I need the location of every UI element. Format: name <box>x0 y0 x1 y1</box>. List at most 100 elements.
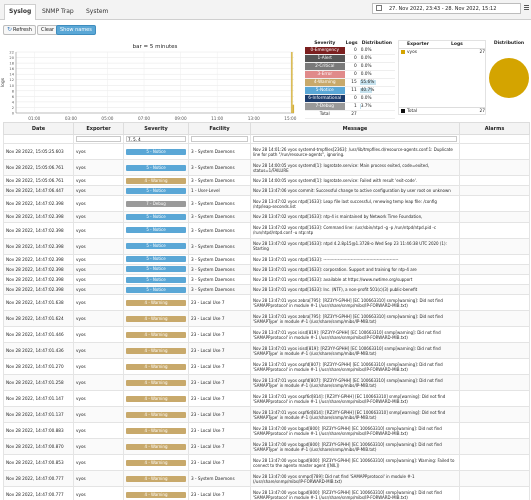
table-row[interactable]: Nov 28 2022, 14:47:02.398 vyos 5 - Notice 3… <box>3 211 530 223</box>
column-exporter[interactable]: Exporter <box>73 122 124 135</box>
exporter-header-exporter[interactable]: Exporter <box>399 41 451 48</box>
cell-date: Nov 28 2022, 14:47:01.446 <box>3 326 74 344</box>
severity-row[interactable]: 7-Debug 1 3.7% <box>305 102 395 111</box>
distribution-pie <box>489 58 529 98</box>
table-row[interactable]: Nov 28 2022, 14:47:02.398 vyos 5 - Notice 3… <box>3 253 530 265</box>
cell-exporter: vyos <box>73 174 124 187</box>
table-row[interactable]: Nov 28 2022, 14:47:00.883 vyos 4 - Warning… <box>3 422 530 440</box>
table-row[interactable]: Nov 28 2022, 14:47:00.853 vyos 4 - Warning… <box>3 454 530 472</box>
cell-severity: 5 - Notice <box>123 253 189 265</box>
calendar-icon[interactable] <box>376 5 382 11</box>
cell-date: Nov 28 2022, 14:47:00.853 <box>3 454 74 472</box>
cell-exporter: vyos <box>73 221 124 239</box>
table-row[interactable]: Nov 28 2022, 14:47:01.624 vyos 4 - Warning… <box>3 310 530 328</box>
table-row[interactable]: Nov 28 2022, 14:47:00.777 vyos 4 - Warning… <box>3 486 530 500</box>
cell-facility: 23 - Local Use 7 <box>188 374 251 392</box>
severity-badge: 5 - Notice <box>126 256 186 263</box>
table-row[interactable]: Nov 28 2022, 14:47:00.870 vyos 4 - Warning… <box>3 438 530 456</box>
filter-facility-input[interactable] <box>191 136 248 142</box>
table-row[interactable]: Nov 28 2022, 14:47:01.436 vyos 4 - Warning… <box>3 342 530 360</box>
tab-syslog[interactable]: Syslog <box>4 4 37 20</box>
table-row[interactable]: Nov 28 2022, 14:47:01.446 vyos 4 - Warning… <box>3 326 530 344</box>
cell-exporter: vyos <box>73 310 124 328</box>
filter-severity-input[interactable] <box>126 136 186 142</box>
severity-logs: 0 <box>344 62 359 71</box>
severity-row[interactable]: 5-Notice 11 40.7% <box>305 86 395 95</box>
cell-date: Nov 28 2022, 14:47:02.398 <box>3 195 74 213</box>
filter-exporter-cell <box>73 134 124 144</box>
cell-alarms <box>459 342 530 360</box>
table-row[interactable]: Nov 28 2022, 14:47:01.270 vyos 4 - Warning… <box>3 358 530 376</box>
table-row[interactable]: Nov 28 2022, 14:47:01.147 vyos 4 - Warning… <box>3 390 530 408</box>
cell-severity: 4 - Warning <box>123 326 189 344</box>
table-row[interactable]: Nov 28 2022, 14:47:01.258 vyos 4 - Warning… <box>3 374 530 392</box>
distribution-value: 40.7% <box>360 88 375 93</box>
cell-facility: 3 - System Daemons <box>188 273 251 286</box>
cell-alarms <box>459 174 530 187</box>
chart-bar <box>291 52 293 113</box>
column-facility[interactable]: Facility <box>188 122 251 135</box>
column-severity[interactable]: Severity <box>123 122 189 135</box>
cell-date: Nov 28 2022, 14:47:01.270 <box>3 358 74 376</box>
column-alarms[interactable]: Alarms <box>459 122 530 135</box>
stats-header-distribution[interactable]: Distribution <box>359 40 395 47</box>
severity-distribution: 0.0% <box>358 70 395 79</box>
tab-system[interactable]: System <box>82 6 112 18</box>
exporter-header-logs[interactable]: Logs <box>451 41 471 48</box>
table-row[interactable]: Nov 28 2022, 14:47:01.137 vyos 4 - Warning… <box>3 406 530 424</box>
cell-severity: 4 - Warning <box>123 174 189 187</box>
cell-alarms <box>459 159 530 176</box>
cell-facility: 3 - System Daemons <box>188 221 251 239</box>
cell-message: Nov 28 13:47:02 vyos ntpd[1633]: Command… <box>250 221 460 239</box>
distribution-value: 0.0% <box>360 72 372 77</box>
stats-header-severity[interactable]: Severity <box>305 40 345 47</box>
severity-badge: 4 - Warning <box>126 395 186 402</box>
cell-severity: 5 - Notice <box>123 159 189 176</box>
severity-row[interactable]: 0-Emergency 0 0.0% <box>305 47 395 55</box>
cell-date: Nov 28 2022, 14:47:02.398 <box>3 253 74 265</box>
exporter-row[interactable]: vyos 27 <box>399 49 485 56</box>
table-row[interactable]: Nov 28 2022, 14:47:02.398 vyos 5 - Notice 3… <box>3 273 530 286</box>
severity-row[interactable]: 2-Critical 0 0.0% <box>305 62 395 71</box>
refresh-button[interactable]: ↻Refresh <box>3 25 36 35</box>
severity-badge: 5 - Notice <box>126 164 186 171</box>
filter-message-input[interactable] <box>253 136 457 142</box>
exporter-stats: Exporter Logs vyos 27 Total 27 <box>398 40 486 115</box>
table-row[interactable]: Nov 28 2022, 14:47:02.398 vyos 7 - Debug 3 … <box>3 195 530 213</box>
table-row[interactable]: Nov 28 2022, 15:05:06.761 vyos 5 - Notice 3… <box>3 159 530 176</box>
filter-exporter-input[interactable] <box>76 136 121 142</box>
table-row[interactable]: Nov 28 2022, 15:05:25.603 vyos 5 - Notice 3… <box>3 143 530 160</box>
menu-icon[interactable] <box>524 5 529 11</box>
severity-row[interactable]: 3-Error 0 0.0% <box>305 70 395 79</box>
table-row[interactable]: Nov 28 2022, 14:47:02.398 vyos 5 - Notice 3… <box>3 284 530 296</box>
column-message[interactable]: Message <box>250 122 460 135</box>
table-row[interactable]: Nov 28 2022, 14:47:06.447 vyos 5 - Notice 1… <box>3 185 530 197</box>
show-names-button[interactable]: Show names <box>56 25 96 35</box>
table-row[interactable]: Nov 28 2022, 15:05:06.761 vyos 4 - Warning… <box>3 174 530 187</box>
cell-date: Nov 28 2022, 14:47:01.258 <box>3 374 74 392</box>
severity-label: 3-Error <box>305 70 345 79</box>
severity-row[interactable]: 4-Warning 15 55.6% <box>305 78 395 87</box>
cell-exporter: vyos <box>73 143 124 160</box>
cell-alarms <box>459 326 530 344</box>
table-row[interactable]: Nov 28 2022, 14:47:00.777 vyos 4 - Warning… <box>3 470 530 488</box>
severity-row[interactable]: 6-Informational 0 0.0% <box>305 94 395 103</box>
table-row[interactable]: Nov 28 2022, 14:47:02.398 vyos 5 - Notice 3… <box>3 237 530 255</box>
date-range-field[interactable]: 27. Nov 2022, 23:43 - 28. Nov 2022, 15:1… <box>372 3 521 14</box>
chart-x-tick-label: 15:00 <box>284 116 296 121</box>
syslog-grid: Date Exporter Severity Facility Message … <box>3 122 530 500</box>
severity-row[interactable]: 1-Alert 0 0.0% <box>305 54 395 63</box>
stats-header-logs[interactable]: Logs <box>345 40 359 47</box>
table-row[interactable]: Nov 28 2022, 14:47:02.398 vyos 5 - Notice 3… <box>3 263 530 275</box>
cell-facility: 23 - Local Use 7 <box>188 310 251 328</box>
refresh-icon: ↻ <box>7 26 13 33</box>
cell-facility: 23 - Local Use 7 <box>188 454 251 472</box>
table-row[interactable]: Nov 28 2022, 14:47:01.638 vyos 4 - Warning… <box>3 294 530 312</box>
cell-facility: 1 - User-Level <box>188 185 251 197</box>
date-range-text: 27. Nov 2022, 23:43 - 28. Nov 2022, 15:1… <box>389 6 497 12</box>
cell-alarms <box>459 470 530 488</box>
clear-button[interactable]: Clear <box>37 25 59 35</box>
column-date[interactable]: Date <box>3 122 74 135</box>
tab-snmp-trap[interactable]: SNMP Trap <box>38 6 78 18</box>
table-row[interactable]: Nov 28 2022, 14:47:02.398 vyos 5 - Notice 3… <box>3 221 530 239</box>
